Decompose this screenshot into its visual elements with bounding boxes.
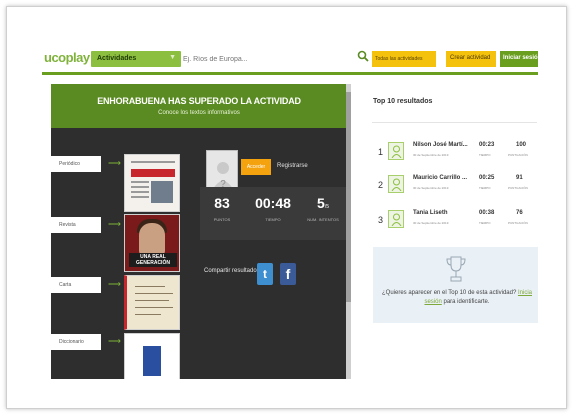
all-activities-button[interactable]: Todas las actividades <box>372 51 436 67</box>
player-date: 30 de Septiembre de 2019 <box>413 221 449 225</box>
result-stats: 83 PUNTOS 00:48 TIEMPO 5/5 NUM. INTENTOS <box>200 187 347 240</box>
magazine-image: UNA REAL GENERACIÓN <box>124 214 180 272</box>
player-name: Tania Liseth <box>413 210 448 216</box>
text-line <box>135 314 161 315</box>
register-link[interactable]: Registrarse <box>277 163 308 169</box>
stat-time-label: TIEMPO <box>265 217 281 222</box>
panel-scrollbar[interactable] <box>346 84 351 379</box>
rank-number: 3 <box>378 215 384 225</box>
stat-points: 83 PUNTOS <box>206 195 238 222</box>
arrow-right-icon: ⟶ <box>108 336 121 346</box>
item-label-letter: Carta <box>51 277 101 293</box>
congrats-banner: ENHORABUENA HAS SUPERADO LA ACTIVIDAD Co… <box>51 84 347 128</box>
newspaper-photo <box>151 181 173 203</box>
score-label: PUNTUACIÓN <box>508 186 528 190</box>
player-score: 91 <box>516 175 523 181</box>
arrow-right-icon: ⟶ <box>108 219 121 229</box>
player-name: Mauricio Carrillo ... <box>413 175 468 181</box>
leaderboard-row: 2 Mauricio Carrillo ... 30 de Septiembre… <box>372 171 538 201</box>
site-logo[interactable]: ucoplay <box>44 50 90 65</box>
score-label: PUNTUACIÓN <box>508 153 528 157</box>
stat-attempts-unit: /5 <box>324 204 329 210</box>
leaderboard-row: 1 Nilson José Martí... 30 de Septiembre … <box>372 138 538 168</box>
player-score: 76 <box>516 210 523 216</box>
text-line <box>135 286 165 287</box>
text-line <box>135 293 173 294</box>
activities-dropdown-button[interactable]: Actividades ▼ <box>91 51 181 67</box>
twitter-icon[interactable]: t <box>257 263 273 285</box>
arrow-right-icon: ⟶ <box>108 158 121 168</box>
score-label: PUNTUACIÓN <box>508 221 528 225</box>
banner-title: ENHORABUENA HAS SUPERADO LA ACTIVIDAD <box>97 96 301 106</box>
time-label: TIEMPO <box>479 186 491 190</box>
top10-promo-box: ¿Quieres aparecer en el Top 10 de esta a… <box>373 247 538 323</box>
user-avatar-icon <box>388 142 404 160</box>
stat-time-value: 00:48 <box>255 195 291 211</box>
access-button[interactable]: Acceder <box>241 159 271 175</box>
rank-number: 1 <box>378 147 384 157</box>
letter-image <box>124 275 180 330</box>
create-activity-button[interactable]: Crear actividad <box>446 51 496 67</box>
newspaper-headline-block <box>131 169 175 177</box>
login-button[interactable]: Iniciar sesión <box>500 51 538 67</box>
chevron-down-icon: ▼ <box>169 54 176 61</box>
dictionary-image <box>124 333 180 379</box>
share-label: Compartir resultado: <box>204 268 259 274</box>
facebook-icon[interactable]: f <box>280 263 296 285</box>
text-line <box>131 161 175 163</box>
promo-question: ¿Quieres aparecer en el Top 10 de esta a… <box>382 290 517 296</box>
stat-attempts-value: 5 <box>317 195 325 211</box>
time-label: TIEMPO <box>479 221 491 225</box>
text-line <box>131 181 149 183</box>
trophy-icon <box>446 256 466 282</box>
banner-subtitle: Conoce los textos informativos <box>158 110 240 116</box>
user-silhouette-icon: ? <box>213 162 233 189</box>
player-score: 100 <box>516 142 527 148</box>
item-label-magazine: Revista <box>51 217 101 233</box>
stat-time: 00:48 TIEMPO <box>250 195 296 222</box>
user-avatar-icon <box>388 175 404 193</box>
promo-text: ¿Quieres aparecer en el Top 10 de esta a… <box>381 289 533 307</box>
player-date: 30 de Septiembre de 2019 <box>413 186 449 190</box>
magazine-cover-face <box>139 223 165 255</box>
promo-suffix: para identificarte. <box>443 299 490 305</box>
player-time: 00:25 <box>479 175 495 181</box>
user-avatar-icon <box>388 210 404 228</box>
leaderboard-row: 3 Tania Liseth 30 de Septiembre de 2019 … <box>372 206 538 236</box>
item-label-newspaper: Periódico <box>51 156 101 172</box>
magazine-cover-title: UNA REAL GENERACIÓN <box>129 253 177 267</box>
text-line <box>131 191 149 193</box>
divider <box>372 122 537 123</box>
stat-points-label: PUNTOS <box>213 217 231 222</box>
rank-number: 2 <box>378 180 384 190</box>
dictionary-book <box>143 346 161 376</box>
top10-title: Top 10 resultados <box>373 98 433 105</box>
time-label: TIEMPO <box>479 153 491 157</box>
text-line <box>131 186 149 188</box>
stat-attempts-label: NUM. INTENTOS <box>307 217 339 222</box>
player-time: 00:38 <box>479 210 495 216</box>
text-line <box>131 196 149 198</box>
text-line <box>135 307 173 308</box>
text-line <box>135 300 169 301</box>
newspaper-image <box>124 154 180 212</box>
activity-result-panel: ENHORABUENA HAS SUPERADO LA ACTIVIDAD Co… <box>51 84 347 379</box>
player-name: Nilson José Martí... <box>413 142 468 148</box>
arrow-right-icon: ⟶ <box>108 279 121 289</box>
item-label-dictionary: Diccionario <box>51 334 101 350</box>
top-navigation: ucoplay Actividades ▼ Todas las activida… <box>42 47 538 75</box>
stat-points-value: 83 <box>214 195 230 211</box>
scrollbar-thumb[interactable] <box>346 92 351 302</box>
player-date: 30 de Septiembre de 2019 <box>413 153 449 157</box>
search-icon[interactable] <box>357 50 369 62</box>
activities-dropdown-label: Actividades <box>97 55 137 62</box>
stat-attempts: 5/5 NUM. INTENTOS <box>302 195 344 222</box>
player-time: 00:23 <box>479 142 495 148</box>
